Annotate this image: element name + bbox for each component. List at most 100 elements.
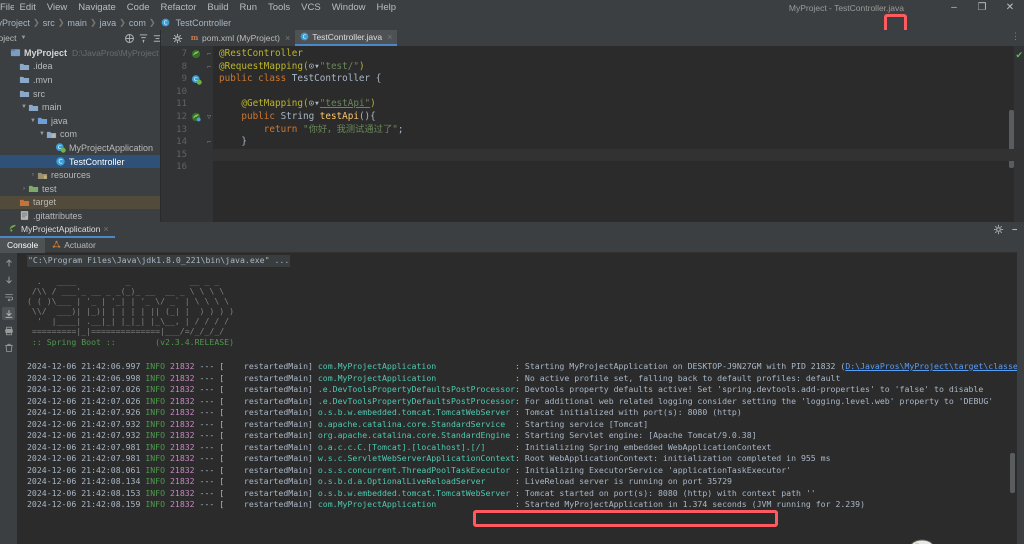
tree-item-target[interactable]: target — [0, 195, 160, 210]
tree-item-myprojectapplication[interactable]: C MyProjectApplication — [0, 141, 160, 155]
code-fold-marker[interactable]: ⌐ — [207, 50, 211, 59]
menu-item-file[interactable]: File — [0, 0, 14, 15]
code-line[interactable]: 8 ⌐ @RequestMapping(⊙▾"test/") — [182, 61, 1024, 74]
menu-item-edit[interactable]: Edit — [14, 0, 41, 15]
scroll-to-end-icon[interactable] — [2, 307, 15, 320]
tree-item-test[interactable]: › test — [0, 182, 160, 196]
tree-item-mvn[interactable]: .mvn — [0, 73, 160, 87]
spring-mapping-icon[interactable] — [191, 112, 201, 122]
menu-item-navigate[interactable]: Navigate — [73, 0, 122, 15]
tree-item-gitattributes[interactable]: .gitattributes — [0, 209, 160, 222]
tree-item-main[interactable]: ▼ main — [0, 100, 160, 114]
svg-text:m: m — [191, 33, 199, 42]
menu-item-help[interactable]: Help — [371, 0, 402, 15]
maximize-button[interactable]: ❐ — [968, 0, 996, 15]
menu-item-code[interactable]: Code — [121, 0, 155, 15]
tree-item-src[interactable]: src — [0, 87, 160, 101]
log-logger: o.s.b.w.embedded.tomcat.TomcatWebServer — [317, 487, 516, 498]
menu-item-tools[interactable]: Tools — [262, 0, 295, 15]
settings-gear-icon[interactable] — [170, 31, 184, 45]
code-line[interactable]: 16 — [176, 161, 1024, 174]
code-line[interactable]: 13 return "你好，我测试通过了"; — [176, 124, 1024, 137]
test-folder-icon — [28, 183, 39, 194]
chevron-right-icon[interactable]: › — [29, 172, 37, 178]
close-icon[interactable]: × — [387, 32, 392, 42]
code-content[interactable]: 7 ⌐ @RestController 8 ⌐ @RequestMapping(⊙▾"te… — [176, 46, 1024, 222]
project-panel-title[interactable]: Project — [0, 33, 16, 43]
breadcrumb-item-src[interactable]: src — [41, 18, 57, 28]
code-fold-marker[interactable]: ⌐ — [207, 138, 211, 147]
chevron-down-icon[interactable]: ▼ — [29, 118, 37, 124]
settings-gear-icon[interactable] — [993, 224, 1004, 237]
menu-item-run[interactable]: Run — [234, 0, 262, 15]
breadcrumb-item-com[interactable]: com — [127, 18, 148, 28]
log-level: INFO — [145, 441, 166, 452]
folder-icon — [19, 74, 30, 85]
editor-tab-testcontroller[interactable]: C TestController.java × — [295, 30, 398, 46]
editor-options-icon[interactable]: ⋮ — [1011, 32, 1020, 41]
log-thread: restartedMain — [224, 499, 309, 509]
chevron-down-icon[interactable]: ▼ — [20, 104, 28, 110]
close-button[interactable]: ✕ — [996, 0, 1024, 15]
log-timestamp: 2024-12-06 21:42:08.159 — [27, 499, 141, 509]
breadcrumb-item-project[interactable]: MyProject — [0, 18, 32, 28]
scroll-up-icon[interactable] — [2, 256, 15, 269]
log-thread: restartedMain — [224, 453, 309, 463]
code-fold-marker[interactable]: ⌐ — [207, 63, 211, 72]
tree-item-java[interactable]: ▼ java — [0, 114, 160, 128]
code-line[interactable]: 11 @GetMapping(⊙▾"testApi") — [176, 98, 1024, 111]
menu-item-refactor[interactable]: Refactor — [155, 0, 202, 15]
code-line[interactable]: 7 ⌐ @RestController — [182, 48, 1024, 61]
menu-item-vcs[interactable]: VCS — [296, 0, 327, 15]
code-fold-marker[interactable]: ▽ — [207, 113, 211, 122]
code-line[interactable]: 12 ▽ public String testApi(){ — [176, 111, 1024, 124]
inspection-ok-icon[interactable]: ✔ — [1015, 50, 1023, 61]
vertical-collapse-icon[interactable] — [136, 31, 150, 45]
print-icon[interactable] — [2, 324, 15, 337]
code-line[interactable]: 10 — [176, 86, 1024, 99]
chevron-right-icon[interactable]: › — [20, 186, 28, 192]
tree-item-idea[interactable]: .idea — [0, 60, 160, 74]
project-tree[interactable]: MyProject D:\JavaPros\MyProject .idea .mvn s… — [0, 46, 160, 222]
sub-tab-console[interactable]: Console — [0, 237, 46, 253]
minimize-button[interactable]: – — [940, 0, 968, 15]
editor-tab-pom[interactable]: m pom.xml (MyProject) × — [185, 30, 295, 46]
tree-item-com[interactable]: ▼ com — [0, 128, 160, 142]
run-tab-myprojectapplication[interactable]: MyProjectApplication × — [0, 222, 115, 238]
close-icon[interactable]: × — [285, 33, 290, 43]
chevron-down-icon[interactable]: ▼ — [38, 131, 46, 137]
sync-icon[interactable] — [122, 31, 136, 45]
console-scrollbar[interactable] — [1010, 453, 1015, 493]
editor-marker-bar[interactable]: ✔ — [1014, 46, 1024, 222]
menu-item-view[interactable]: View — [41, 0, 72, 15]
chevron-down-icon[interactable]: ▼ — [16, 35, 32, 41]
log-dashes: --- [ — [194, 499, 225, 509]
code-editor[interactable]: 7 ⌐ @RestController 8 ⌐ @RequestMapping(⊙▾"te… — [161, 46, 1024, 222]
tree-item-label: src — [33, 88, 45, 99]
tree-item-myproject[interactable]: MyProject D:\JavaPros\MyProject — [0, 46, 160, 60]
log-classpath-link[interactable]: D:\JavaPros\MyProject\target\classes — [845, 361, 1017, 373]
breadcrumb-item-main[interactable]: main — [65, 18, 89, 28]
spring-bean-icon[interactable] — [191, 49, 201, 59]
menu-item-window[interactable]: Window — [326, 0, 371, 15]
close-icon[interactable]: × — [103, 224, 108, 234]
tree-item-testcontroller[interactable]: C TestController — [0, 154, 160, 169]
code-line[interactable]: 9 Cpublic class TestController { — [182, 73, 1024, 86]
log-dashes: --- [ — [194, 441, 225, 452]
breadcrumb-item-java[interactable]: java — [98, 18, 119, 28]
tree-item-label: TestController — [69, 156, 125, 167]
clear-all-icon[interactable] — [2, 341, 15, 354]
flatten-packages-icon[interactable] — [150, 31, 164, 45]
scroll-down-icon[interactable] — [2, 273, 15, 286]
soft-wrap-icon[interactable] — [2, 290, 15, 303]
breadcrumb-item-class[interactable]: TestController — [174, 18, 234, 28]
breadcrumb-separator: ❯ — [57, 18, 65, 27]
svg-text:C: C — [303, 34, 307, 40]
menu-item-build[interactable]: Build — [202, 0, 234, 15]
console-output[interactable]: "C:\Program Files\Java\jdk1.8.0_221\bin\… — [17, 253, 1017, 544]
tree-item-label: MyProject — [24, 47, 68, 58]
spring-class-icon[interactable]: C — [191, 74, 202, 85]
sub-tab-actuator[interactable]: Actuator — [45, 238, 103, 253]
code-line[interactable]: 14 ⌐ } — [176, 136, 1024, 149]
tree-item-resources[interactable]: › resources — [0, 168, 160, 182]
